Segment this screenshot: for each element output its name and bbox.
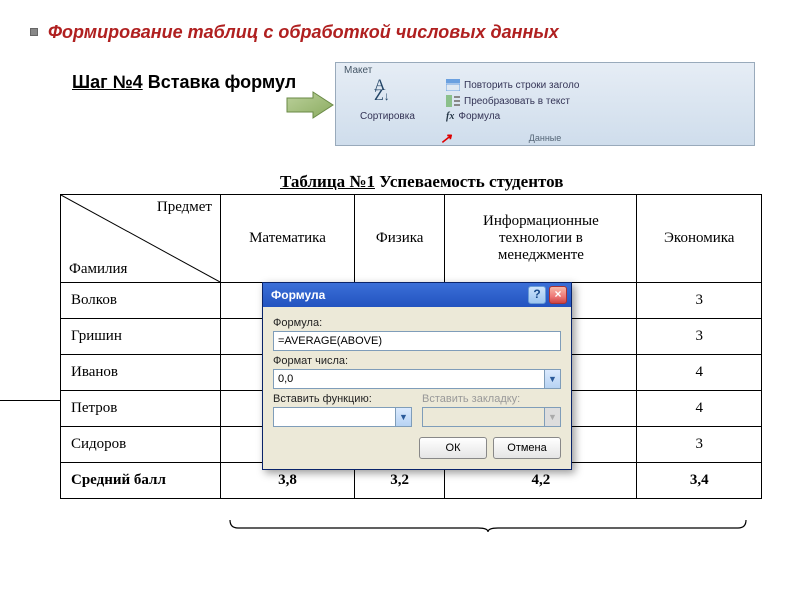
red-callout-arrow: ↗ [440, 130, 452, 147]
repeat-rows-label: Повторить строки заголо [464, 80, 579, 91]
row-name: Гришин [61, 319, 221, 355]
arrow-icon [285, 90, 335, 120]
help-button[interactable]: ? [528, 286, 546, 304]
chevron-down-icon[interactable]: ▼ [544, 370, 560, 388]
label-insert-function: Вставить функцию: [273, 393, 412, 405]
formula-button[interactable]: fx Формула [446, 111, 500, 122]
label-insert-bookmark: Вставить закладку: [422, 393, 561, 405]
step-label: Шаг №4 Вставка формул [72, 72, 296, 93]
convert-to-text-button[interactable]: Преобразовать в текст [446, 95, 570, 107]
slide-title: Формирование таблиц с обработкой числовы… [48, 22, 559, 43]
chevron-down-icon[interactable]: ▼ [395, 408, 411, 426]
avg-label: Средний балл [61, 463, 221, 499]
row-name: Сидоров [61, 427, 221, 463]
ribbon-data-group: Макет AZ↓ Сортировка Повторить строки за… [335, 62, 755, 146]
formula-input[interactable] [273, 331, 561, 351]
repeat-header-rows-button[interactable]: Повторить строки заголо [446, 79, 579, 91]
avg-cell: 3,4 [637, 463, 762, 499]
table-caption: Таблица №1 Успеваемость студентов [280, 172, 563, 192]
col-0: Математика [221, 195, 355, 283]
row-name: Волков [61, 283, 221, 319]
cell: 4 [637, 355, 762, 391]
convert-text-label: Преобразовать в текст [464, 96, 570, 107]
label-format: Формат числа: [273, 355, 561, 367]
formula-label: Формула [458, 111, 500, 122]
cancel-button[interactable]: Отмена [493, 437, 561, 459]
cell: 4 [637, 391, 762, 427]
col-2: Информационные технологии в менеджменте [445, 195, 637, 283]
table-caption-a: Таблица №1 [280, 172, 375, 191]
close-button[interactable]: × [549, 286, 567, 304]
brace-icon [228, 518, 748, 532]
step-text: Вставка формул [143, 72, 296, 92]
side-rule [0, 400, 60, 401]
bullet [30, 28, 38, 36]
diag-header: Предмет Фамилия [61, 195, 221, 283]
diag-bottom: Фамилия [69, 261, 127, 278]
label-formula: Формула: [273, 317, 561, 329]
ribbon-tab-layout[interactable]: Макет [344, 65, 372, 76]
convert-text-icon [446, 95, 460, 107]
number-format-value: 0,0 [278, 373, 293, 385]
row-name: Иванов [61, 355, 221, 391]
col-3: Экономика [637, 195, 762, 283]
number-format-combo[interactable]: 0,0 ▼ [273, 369, 561, 389]
sort-az-icon: AZ↓ [374, 81, 390, 101]
cell: 3 [637, 283, 762, 319]
ribbon-group-label: Данные [529, 133, 562, 143]
step-number: Шаг №4 [72, 72, 143, 92]
insert-function-combo[interactable]: ▼ [273, 407, 412, 427]
fx-icon: fx [446, 111, 454, 122]
diag-top: Предмет [157, 199, 212, 216]
repeat-rows-icon [446, 79, 460, 91]
chevron-down-icon: ▼ [544, 408, 560, 426]
col-1: Физика [354, 195, 444, 283]
insert-bookmark-combo: ▼ [422, 407, 561, 427]
sort-button[interactable]: Сортировка [360, 111, 415, 122]
dialog-titlebar[interactable]: Формула ? × [263, 283, 571, 307]
row-name: Петров [61, 391, 221, 427]
cell: 3 [637, 427, 762, 463]
cell: 3 [637, 319, 762, 355]
dialog-title: Формула [271, 288, 325, 302]
table-caption-b: Успеваемость студентов [375, 172, 563, 191]
ok-button[interactable]: ОК [419, 437, 487, 459]
formula-dialog: Формула ? × Формула: Формат числа: 0,0 ▼… [262, 282, 572, 470]
